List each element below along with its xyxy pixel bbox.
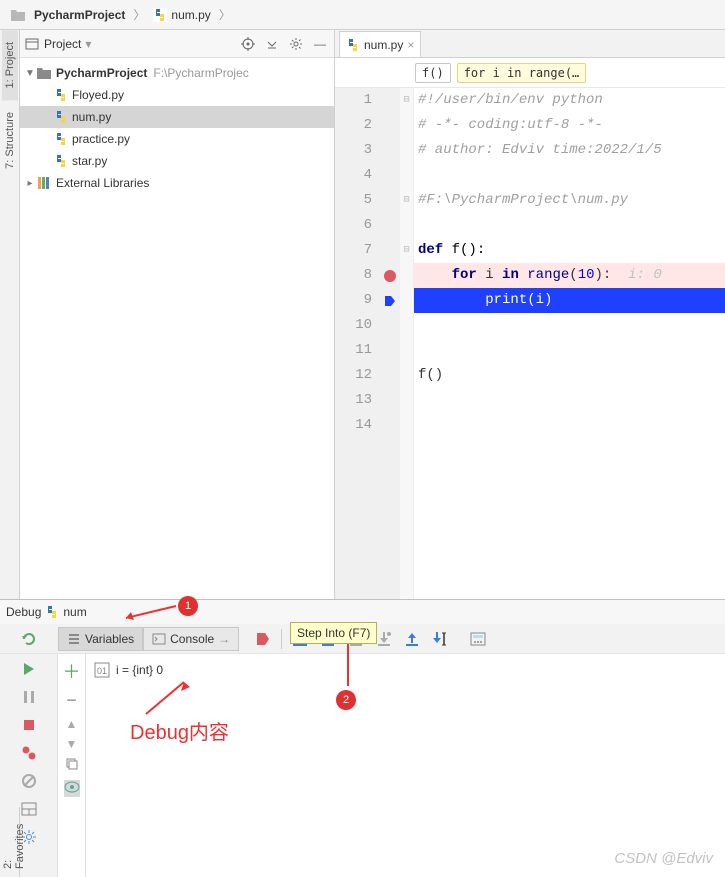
code-editor[interactable]: 1234567891011121314 ⊟⊟⊟ #!/user/bin/env … xyxy=(335,88,725,599)
folder-icon xyxy=(36,66,52,80)
down-button[interactable]: ▼ xyxy=(66,737,78,751)
python-file-icon xyxy=(54,88,68,102)
view-breakpoints-button[interactable] xyxy=(18,742,40,764)
python-file-icon xyxy=(346,38,360,52)
locate-icon[interactable] xyxy=(238,34,258,54)
tab-project[interactable]: 1: Project xyxy=(2,30,18,100)
up-button[interactable]: ▲ xyxy=(66,717,78,731)
python-file-icon xyxy=(54,132,68,146)
debug-sidebar-tools: ＋ − ▲ ▼ xyxy=(58,654,86,877)
console-icon xyxy=(152,632,166,646)
step-out-button[interactable] xyxy=(399,626,425,652)
tab-variables[interactable]: Variables xyxy=(58,627,143,651)
debug-header: Debug num 1 xyxy=(0,600,725,624)
execution-point-icon xyxy=(383,294,397,308)
duplicate-watch-button[interactable] xyxy=(65,757,79,774)
project-panel-header: Project ▾ — xyxy=(20,30,334,58)
libraries-icon xyxy=(36,175,52,191)
variables-icon xyxy=(67,632,81,646)
remove-watch-button[interactable]: − xyxy=(66,690,77,711)
breadcrumb-file[interactable]: num.py xyxy=(149,6,214,24)
debug-panel: Debug num 1 Variables Console → Step Int… xyxy=(0,599,725,877)
code-body[interactable]: #!/user/bin/env python # -*- coding:utf-… xyxy=(414,88,725,599)
crumb-loop[interactable]: for i in range(… xyxy=(457,63,587,83)
variable-text: i = {int} 0 xyxy=(116,663,163,677)
project-panel: Project ▾ — ▼ PycharmProject F:\PycharmP… xyxy=(20,30,335,599)
resume-button[interactable] xyxy=(18,658,40,680)
show-watches-button[interactable] xyxy=(64,780,80,797)
breakpoint-icon[interactable] xyxy=(384,270,396,282)
gutter-markers[interactable] xyxy=(380,88,400,599)
project-icon xyxy=(24,36,40,52)
gear-icon[interactable] xyxy=(286,34,306,54)
python-file-icon xyxy=(54,110,68,124)
add-watch-button[interactable]: ＋ xyxy=(63,658,81,684)
editor-tab[interactable]: num.py × xyxy=(339,31,421,57)
mute-breakpoints-button[interactable] xyxy=(18,770,40,792)
annotation-arrow-icon xyxy=(118,602,178,622)
python-file-icon xyxy=(45,605,59,619)
crumb-function[interactable]: f() xyxy=(415,63,451,83)
editor-area: num.py × f() for i in range(… 1234567891… xyxy=(335,30,725,599)
collapse-icon[interactable] xyxy=(262,34,282,54)
stop-button[interactable] xyxy=(18,714,40,736)
chevron-right-icon: 〉 xyxy=(133,6,145,23)
annotation-badge-1: 1 xyxy=(178,596,198,616)
run-to-cursor-button[interactable] xyxy=(427,626,453,652)
debug-config-name[interactable]: num xyxy=(63,605,86,619)
fold-bar[interactable]: ⊟⊟⊟ xyxy=(400,88,414,599)
variables-pane[interactable]: 01 i = {int} 0 2 Debug内容 xyxy=(86,654,725,877)
annotation-arrow-icon xyxy=(136,676,196,716)
annotation-badge-2: 2 xyxy=(336,690,356,710)
debug-title: Debug xyxy=(6,605,41,619)
tool-window-tabs-left: 1: Project 7: Structure xyxy=(0,30,20,599)
rerun-icon[interactable] xyxy=(20,630,38,648)
line-numbers: 1234567891011121314 xyxy=(335,88,380,599)
editor-breadcrumb: f() for i in range(… xyxy=(335,58,725,88)
hide-icon[interactable]: — xyxy=(310,34,330,54)
project-panel-title: Project xyxy=(44,37,81,51)
editor-tabs: num.py × xyxy=(335,30,725,58)
breadcrumb: PycharmProject 〉 num.py 〉 xyxy=(0,0,725,30)
int-value-icon: 01 xyxy=(94,662,110,678)
chevron-right-icon: 〉 xyxy=(219,6,231,23)
annotation-label: Debug内容 xyxy=(130,716,229,745)
tooltip-step-into: Step Into (F7) xyxy=(290,622,377,644)
breadcrumb-project[interactable]: PycharmProject xyxy=(6,6,129,24)
show-execution-point-button[interactable] xyxy=(250,626,276,652)
tree-file[interactable]: Floyed.py xyxy=(20,84,334,106)
project-tree[interactable]: ▼ PycharmProject F:\PycharmProjec Floyed… xyxy=(20,58,334,599)
close-tab-icon[interactable]: × xyxy=(407,38,414,52)
tree-root[interactable]: ▼ PycharmProject F:\PycharmProjec xyxy=(20,62,334,84)
tab-favorites[interactable]: 2: Favorites xyxy=(0,807,28,877)
pause-button[interactable] xyxy=(18,686,40,708)
python-file-icon xyxy=(54,154,68,168)
tree-file[interactable]: star.py xyxy=(20,150,334,172)
svg-text:01: 01 xyxy=(97,666,107,676)
debug-toolbar: Variables Console → Step Into (F7) xyxy=(0,624,725,654)
evaluate-expression-button[interactable] xyxy=(465,626,491,652)
python-file-icon xyxy=(153,8,167,22)
tab-console[interactable]: Console → xyxy=(143,627,239,651)
tab-favorites-container: 2: Favorites xyxy=(0,807,20,877)
tree-file[interactable]: practice.py xyxy=(20,128,334,150)
tab-structure[interactable]: 7: Structure xyxy=(2,100,18,181)
tree-file-selected[interactable]: num.py xyxy=(20,106,334,128)
tree-external-libs[interactable]: ▸ External Libraries xyxy=(20,172,334,194)
folder-icon xyxy=(10,8,26,22)
